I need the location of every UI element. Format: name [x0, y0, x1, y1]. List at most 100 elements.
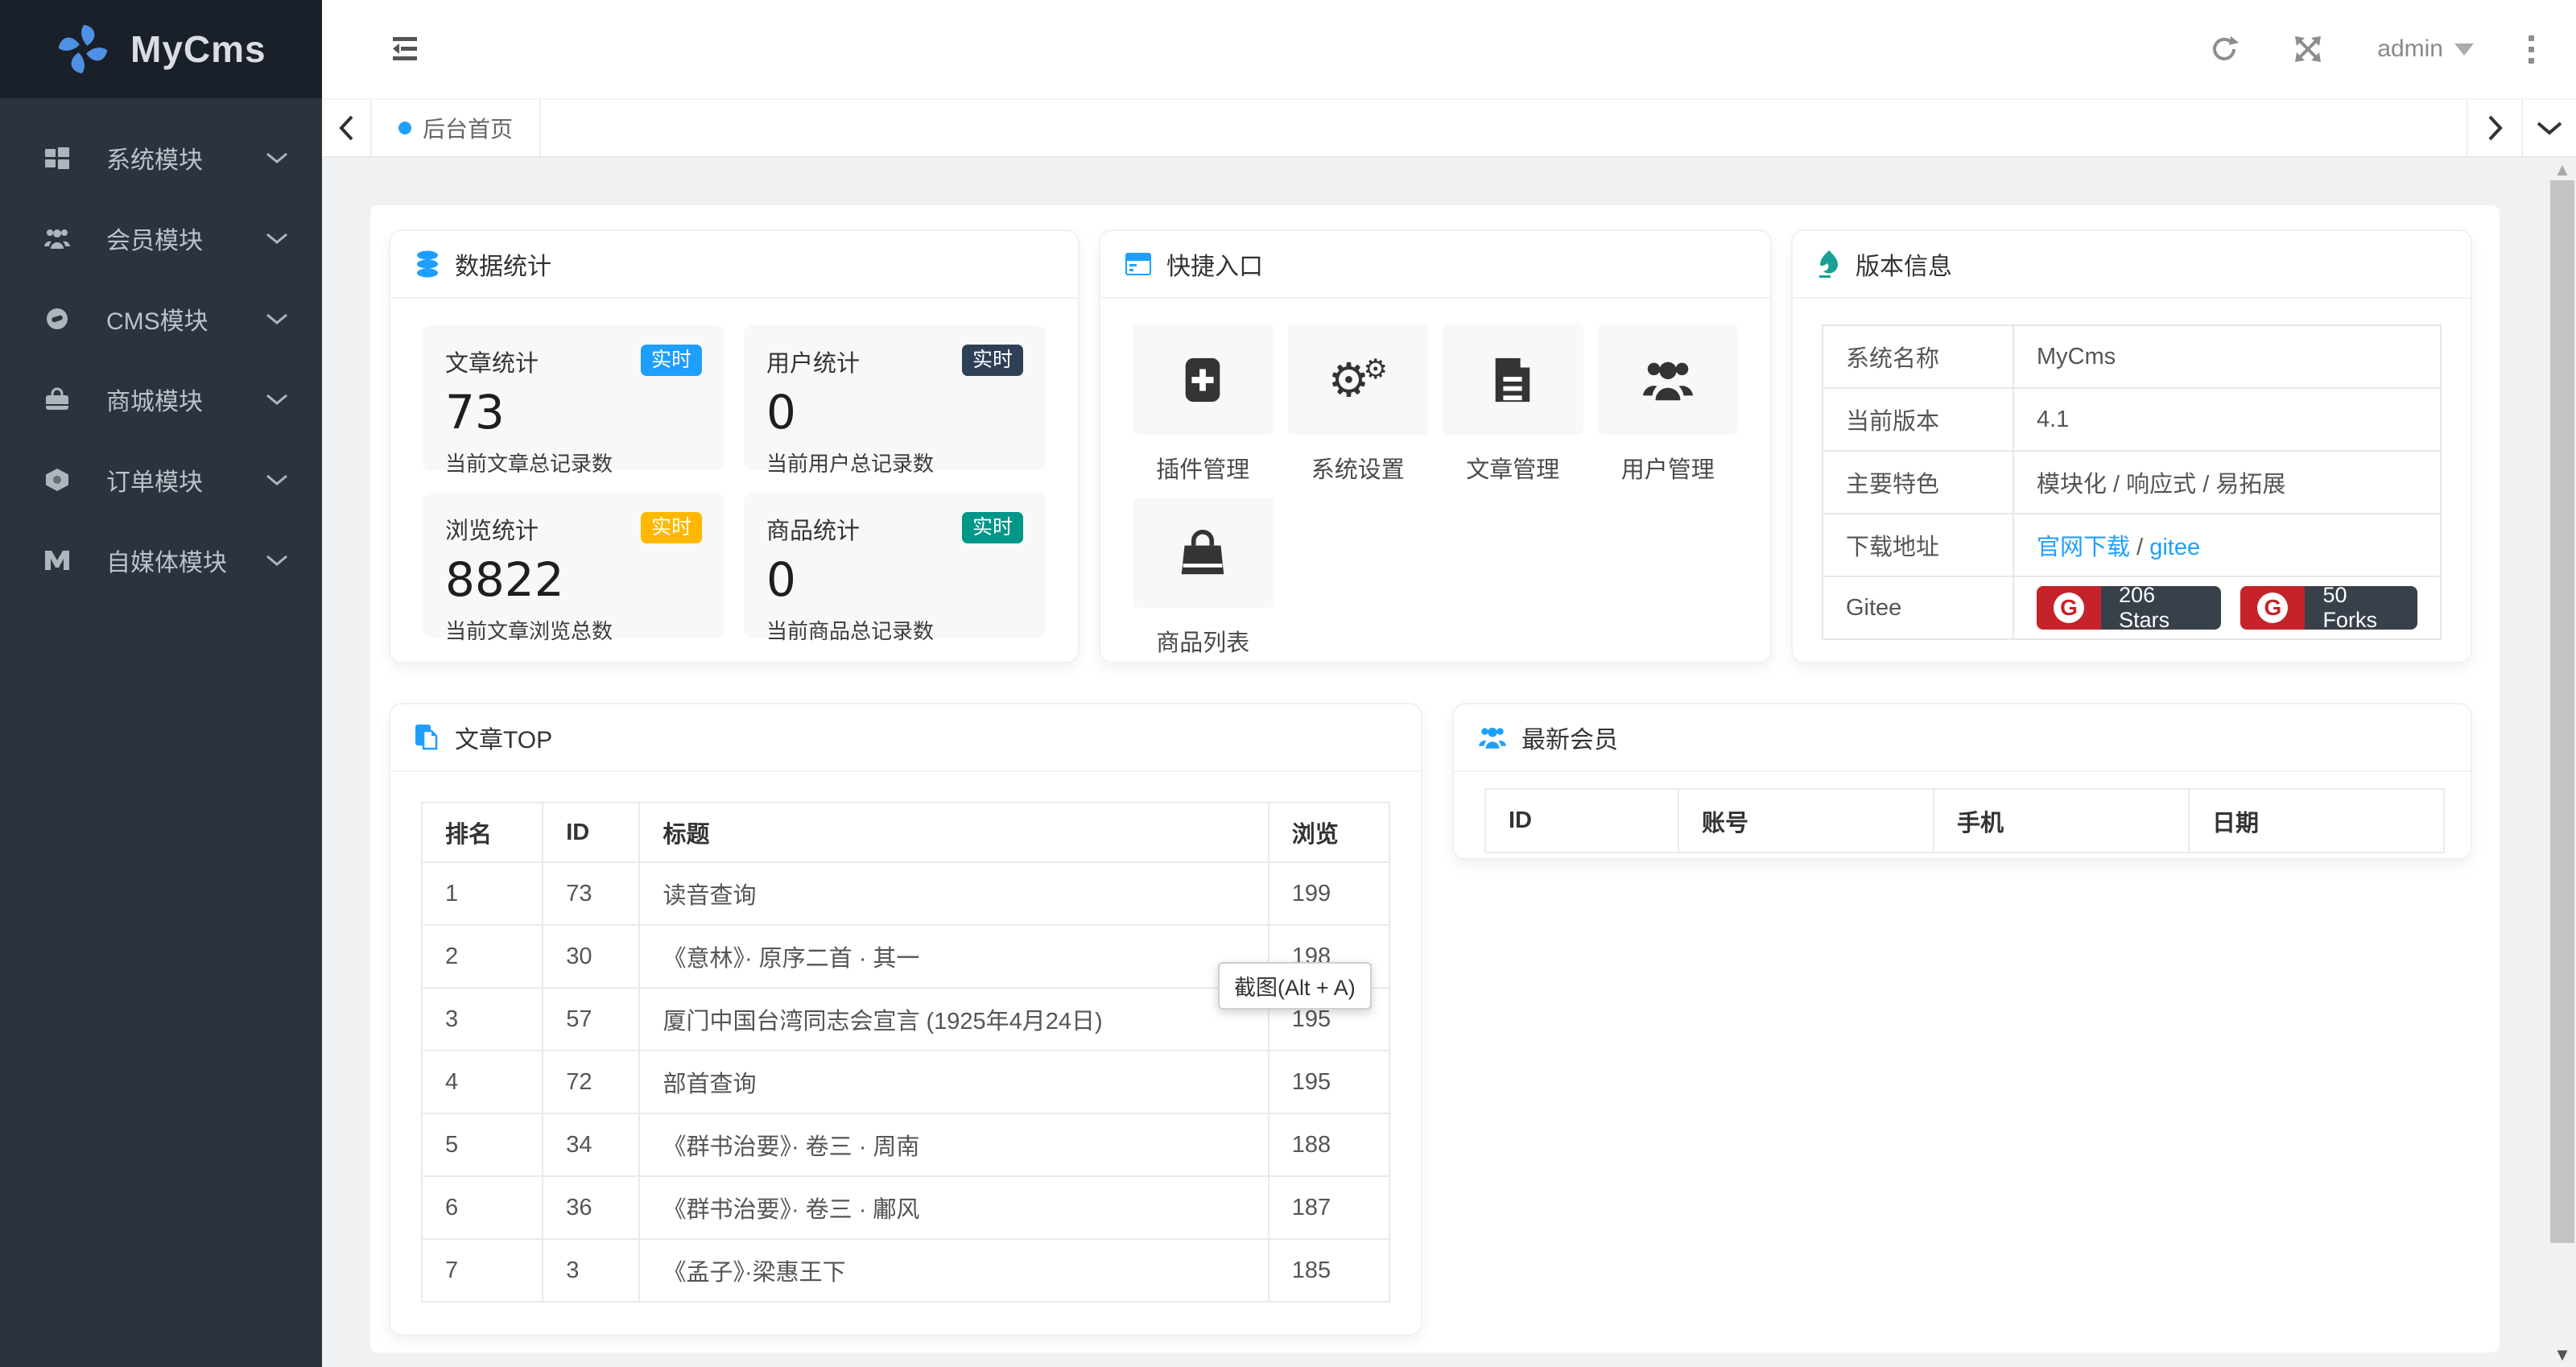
copy-pages-icon: [415, 724, 440, 751]
stat-desc: 当前文章浏览总数: [445, 619, 613, 643]
scroll-up-arrow-icon[interactable]: ▲: [2549, 159, 2576, 180]
gitee-badges-cell: G 206 Stars G 50 Forks: [2013, 576, 2442, 640]
collapse-menu-icon[interactable]: [390, 35, 420, 63]
panel-title: 快捷入口: [1166, 254, 1263, 280]
gitee-link[interactable]: gitee: [2149, 535, 2200, 560]
shortcut-articles[interactable]: 文章管理: [1443, 324, 1583, 485]
chevron-down-icon: [266, 151, 288, 164]
panel-title: 数据统计: [455, 254, 551, 280]
cell-rank: 5: [420, 1113, 544, 1177]
users-group-icon: [1478, 725, 1507, 750]
users-icon: [1597, 324, 1738, 435]
cell-id: 34: [542, 1113, 641, 1177]
stat-label: 浏览统计: [445, 518, 539, 544]
panel-header: 文章TOP: [390, 704, 1421, 772]
brand-pinwheel-icon: [56, 23, 109, 76]
cell-title: 厦门中国台湾同志会宣言 (1925年4月24日): [638, 987, 1269, 1051]
version-row-label: 系统名称: [1822, 324, 2014, 389]
cell-rank: 3: [420, 987, 544, 1051]
forks-count: 50 Forks: [2305, 586, 2417, 630]
tab-home[interactable]: 后台首页: [370, 100, 541, 156]
scroll-down-arrow-icon[interactable]: ▼: [2549, 1344, 2576, 1365]
version-table-wrap: 系统名称 MyCms 当前版本 4.1 主要特色 模块化 / 响应式 / 易拓展: [1793, 299, 2471, 666]
col-views: 浏览: [1267, 802, 1391, 863]
sidebar-item-members[interactable]: 会员模块: [0, 198, 322, 279]
download-links: 官网下载 / gitee: [2013, 513, 2442, 577]
stars-count: 206 Stars: [2101, 586, 2222, 630]
cell-title: 部首查询: [638, 1050, 1269, 1114]
cell-rank: 6: [420, 1175, 544, 1240]
stat-desc: 当前商品总记录数: [766, 619, 935, 643]
logo-bar[interactable]: MyCms: [0, 0, 322, 98]
chevron-down-icon: [266, 312, 288, 325]
sidebar-item-label: 会员模块: [106, 228, 203, 254]
cell-title: 《孟子》·梁惠王下: [638, 1238, 1269, 1303]
user-menu[interactable]: admin: [2377, 35, 2474, 63]
panel-title: 最新会员: [1521, 727, 1618, 754]
username: admin: [2377, 35, 2443, 62]
realtime-badge: 实时: [640, 512, 702, 543]
more-menu-icon[interactable]: [2529, 35, 2534, 64]
stat-card-views: 浏览统计 实时 8822 当前文章浏览总数: [423, 493, 724, 643]
gitee-logo-icon: G: [2037, 586, 2102, 630]
sidebar-item-mall[interactable]: 商城模块: [0, 359, 322, 440]
top-header: admin: [322, 0, 2576, 98]
col-phone: 手机: [1933, 788, 2190, 853]
vertical-scrollbar[interactable]: ▲ ▼: [2549, 158, 2576, 1367]
windows-icon: [43, 145, 71, 171]
shortcut-goods[interactable]: 商品列表: [1133, 498, 1274, 658]
link-separator: /: [2130, 535, 2150, 560]
panel-header: 版本信息: [1793, 231, 2471, 299]
sidebar-item-system[interactable]: 系统模块: [0, 118, 322, 198]
articles-table-wrap: 排名 ID 标题 浏览 1 73 读音查询 199 2 30 《意林》· 原序二…: [390, 772, 1421, 1303]
sidebar-item-cms[interactable]: CMS模块: [0, 279, 322, 359]
caret-down-icon: [2454, 43, 2474, 56]
shortcut-users[interactable]: 用户管理: [1597, 324, 1738, 485]
tabs-scroll-right-button[interactable]: [2467, 100, 2521, 156]
shortcut-grid: 插件管理 ⚙ ⚙ 系统设置 文章管理 用户管理 商品列表: [1100, 299, 1770, 658]
sidebar-nav: 系统模块 会员模块 CMS模块 商城模块 订单模块 自媒体模块: [0, 98, 322, 601]
gitee-stars-badge[interactable]: G 206 Stars: [2037, 586, 2222, 630]
panel-title: 版本信息: [1856, 254, 1952, 280]
cell-views: 188: [1267, 1113, 1391, 1177]
header-actions: admin: [2210, 35, 2576, 64]
fullscreen-icon[interactable]: [2293, 35, 2322, 64]
shortcut-label: 用户管理: [1620, 457, 1715, 483]
shortcut-plugins[interactable]: 插件管理: [1133, 324, 1274, 485]
table-row: 当前版本 4.1: [1822, 387, 2442, 452]
sidebar-item-media[interactable]: 自媒体模块: [0, 520, 322, 601]
chevron-down-icon: [266, 473, 288, 486]
cell-rank: 2: [420, 924, 544, 989]
content-card: 数据统计 文章统计 实时 73 当前文章总记录数 用户统计 实时 0 当前用户总…: [370, 205, 2500, 1353]
version-row-label: 下载地址: [1822, 513, 2014, 577]
cell-title: 《群书治要》· 卷三 · 鄘风: [638, 1175, 1269, 1240]
users-icon: [43, 225, 71, 251]
cell-views: 199: [1267, 861, 1391, 926]
scrollbar-thumb[interactable]: [2550, 180, 2574, 1243]
cell-id: 36: [542, 1175, 641, 1240]
version-row-label: 主要特色: [1822, 450, 2014, 514]
tabs-scroll-left-button[interactable]: [322, 100, 370, 156]
members-table: ID 账号 手机 日期: [1484, 788, 2445, 853]
refresh-icon[interactable]: [2210, 35, 2240, 64]
official-download-link[interactable]: 官网下载: [2037, 535, 2130, 560]
sidebar-item-label: CMS模块: [106, 308, 208, 335]
table-row: Gitee G 206 Stars G 50 Forks: [1822, 576, 2442, 640]
stat-desc: 当前用户总记录数: [766, 452, 935, 476]
stat-value: 8822: [445, 552, 564, 607]
panel-shortcuts: 快捷入口 插件管理 ⚙ ⚙ 系统设置 文章管理 用户管理 商品列表: [1099, 229, 1772, 663]
database-icon: [415, 250, 440, 278]
stat-card-articles: 文章统计 实时 73 当前文章总记录数: [423, 325, 724, 476]
hexagon-icon: [43, 467, 71, 493]
sidebar-item-label: 订单模块: [106, 469, 203, 496]
main-content: 数据统计 文章统计 实时 73 当前文章总记录数 用户统计 实时 0 当前用户总…: [322, 158, 2576, 1367]
gitee-forks-badge[interactable]: G 50 Forks: [2240, 586, 2417, 630]
sidebar-item-label: 系统模块: [106, 147, 203, 174]
col-title: 标题: [638, 802, 1269, 863]
tabs-menu-button[interactable]: [2521, 100, 2576, 156]
stat-value: 0: [766, 385, 796, 440]
col-id: ID: [542, 802, 641, 863]
sidebar-item-orders[interactable]: 订单模块: [0, 440, 322, 520]
table-header-row: ID 账号 手机 日期: [1484, 788, 2445, 853]
shortcut-settings[interactable]: ⚙ ⚙ 系统设置: [1287, 324, 1428, 485]
